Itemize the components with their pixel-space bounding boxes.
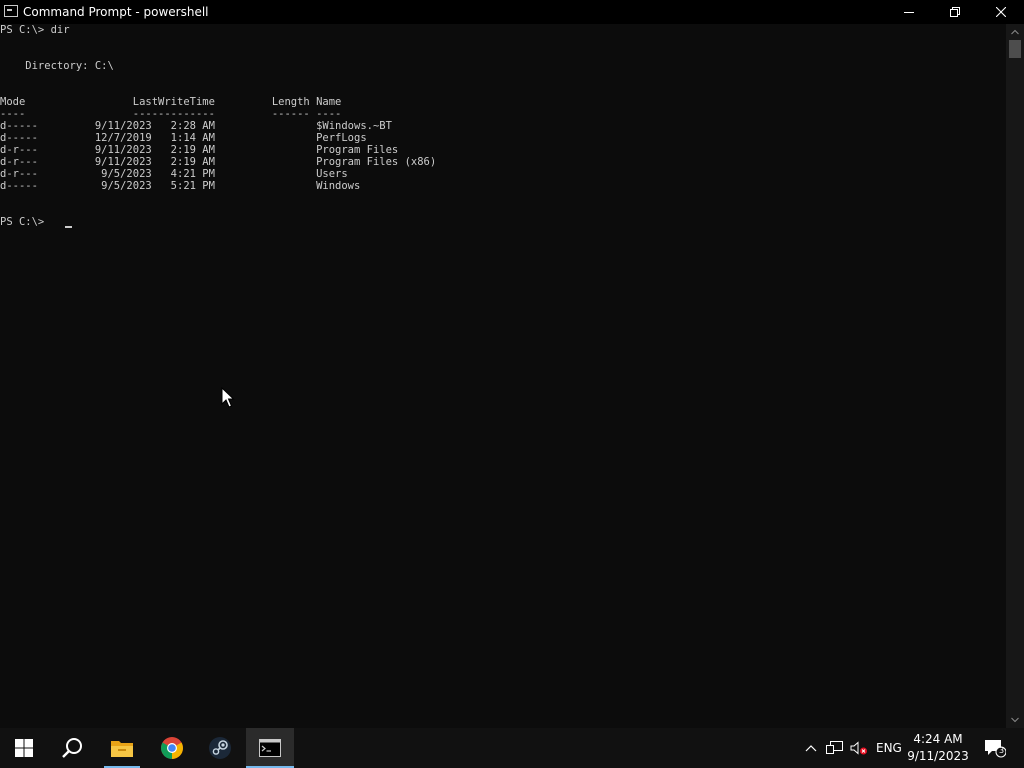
clock-time: 4:24 AM xyxy=(913,732,963,746)
taskbar-command-prompt[interactable] xyxy=(246,728,294,768)
listing-header: Mode LastWriteTime Length Name xyxy=(0,96,342,108)
search-icon xyxy=(62,738,82,758)
clock[interactable]: 4:24 AM 9/11/2023 xyxy=(904,728,976,768)
chevron-down-icon xyxy=(1011,717,1019,723)
directory-line: Directory: C:\ xyxy=(0,60,114,72)
minimize-button[interactable] xyxy=(886,0,932,24)
volume-muted-icon xyxy=(850,741,867,755)
notification-count-badge: 3 xyxy=(999,746,1005,755)
restore-icon xyxy=(950,7,960,17)
title-bar[interactable]: Command Prompt - powershell xyxy=(0,0,1024,24)
command-prompt-icon xyxy=(4,5,18,17)
minimize-icon xyxy=(904,12,914,13)
volume-tray-button[interactable] xyxy=(848,728,870,768)
clock-date: 9/11/2023 xyxy=(907,749,969,763)
restore-button[interactable] xyxy=(932,0,978,24)
mouse-pointer-icon xyxy=(221,387,235,408)
scroll-up-button[interactable] xyxy=(1006,24,1024,40)
listing-row: d-r--- 9/11/2023 2:19 AM Program Files (… xyxy=(0,156,437,168)
close-icon xyxy=(996,7,1006,17)
command-line: PS C:\> dir xyxy=(0,24,70,36)
taskbar xyxy=(0,728,1024,768)
windows-start-icon xyxy=(15,739,33,757)
input-prompt[interactable]: PS C:\> xyxy=(0,216,51,228)
chevron-up-icon xyxy=(805,745,817,752)
text-cursor xyxy=(65,226,72,228)
action-center-button[interactable]: 3 xyxy=(980,728,1010,768)
chevron-up-icon xyxy=(1011,29,1019,35)
search-button[interactable] xyxy=(48,728,96,768)
chrome-icon xyxy=(161,737,183,759)
steam-icon xyxy=(209,737,231,759)
listing-row: d-r--- 9/11/2023 2:19 AM Program Files xyxy=(0,144,399,156)
listing-row: d----- 12/7/2019 1:14 AM PerfLogs xyxy=(0,132,367,144)
start-button[interactable] xyxy=(0,728,48,768)
taskbar-chrome[interactable] xyxy=(148,728,196,768)
network-icon xyxy=(826,741,843,754)
close-button[interactable] xyxy=(978,0,1024,24)
file-explorer-icon xyxy=(111,741,133,757)
network-tray-button[interactable] xyxy=(824,728,846,768)
language-indicator[interactable]: ENG xyxy=(876,741,902,755)
command-prompt-icon xyxy=(259,739,281,757)
show-hidden-icons-button[interactable] xyxy=(802,728,820,768)
scroll-thumb[interactable] xyxy=(1009,40,1021,58)
window-title: Command Prompt - powershell xyxy=(23,5,209,19)
listing-row: d-r--- 9/5/2023 4:21 PM Users xyxy=(0,168,348,180)
vertical-scrollbar[interactable] xyxy=(1006,24,1024,728)
scroll-down-button[interactable] xyxy=(1006,712,1024,728)
listing-row: d----- 9/11/2023 2:28 AM $Windows.~BT xyxy=(0,120,392,132)
listing-separator: ---- ------------- ------ ---- xyxy=(0,108,342,120)
taskbar-file-explorer[interactable] xyxy=(98,728,146,768)
listing-row: d----- 9/5/2023 5:21 PM Windows xyxy=(0,180,361,192)
terminal-output[interactable]: PS C:\> dir Directory: C:\ Mode LastWrit… xyxy=(0,24,1006,728)
taskbar-steam[interactable] xyxy=(196,728,244,768)
